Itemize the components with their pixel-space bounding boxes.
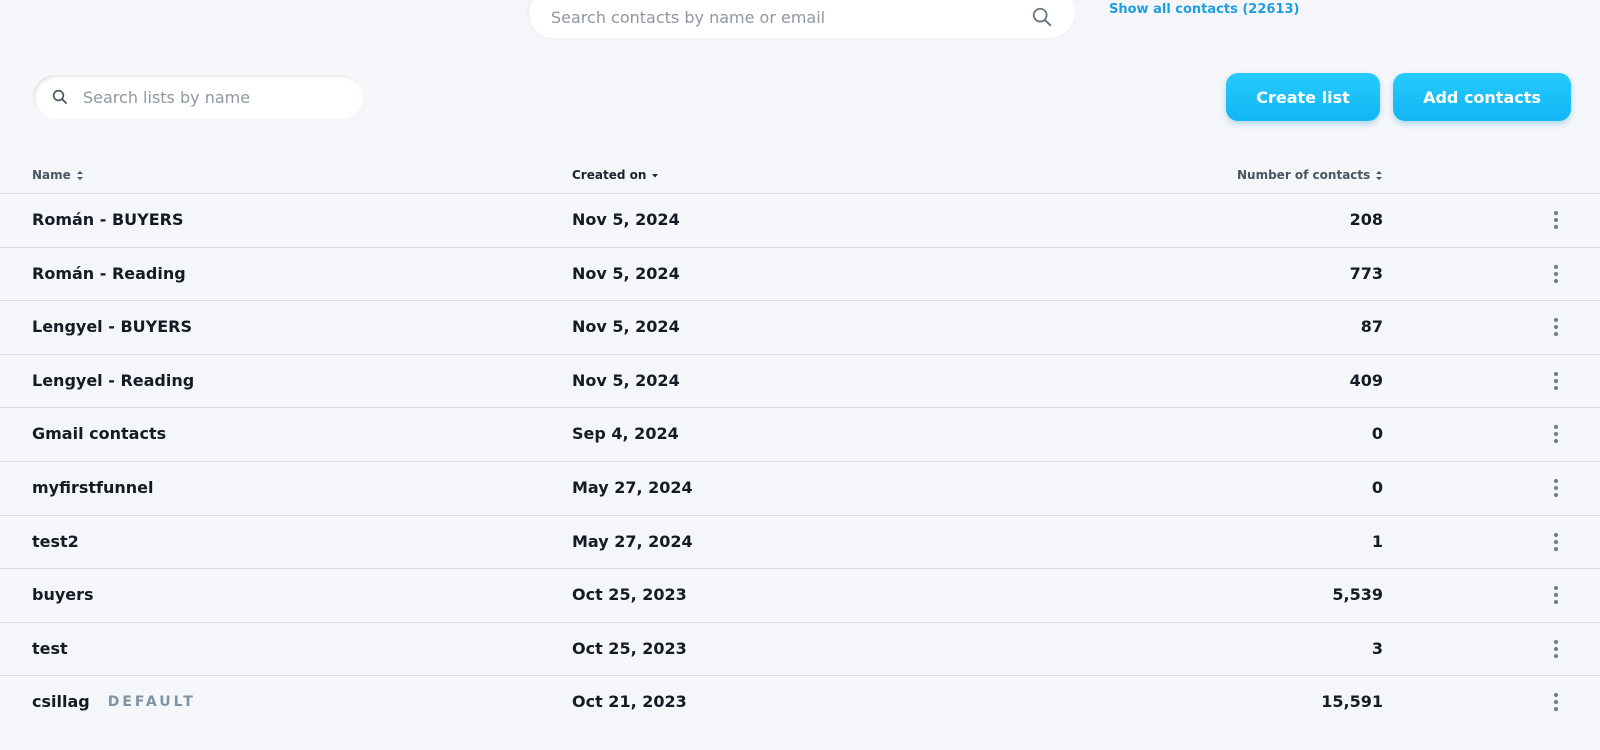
more-options-icon[interactable] (1548, 530, 1564, 554)
more-options-icon[interactable] (1548, 315, 1564, 339)
table-row[interactable]: Lengyel - Reading Nov 5, 2024 409 (0, 355, 1600, 409)
column-header-created[interactable]: Created on (572, 168, 659, 182)
column-header-created-label: Created on (572, 168, 647, 182)
created-date: Nov 5, 2024 (572, 263, 680, 283)
table-row[interactable]: test2 May 27, 2024 1 (0, 516, 1600, 570)
list-name[interactable]: test (32, 639, 68, 658)
table-row[interactable]: csillag DEFAULT Oct 21, 2023 15,591 (0, 676, 1600, 730)
table-row[interactable]: Gmail contacts Sep 4, 2024 0 (0, 408, 1600, 462)
contact-search-bar (527, 0, 1075, 38)
list-name[interactable]: csillag (32, 692, 90, 711)
created-date: Nov 5, 2024 (572, 210, 680, 229)
search-icon[interactable] (1031, 6, 1053, 28)
column-header-count-label: Number of contacts (1237, 168, 1371, 182)
contact-count: 3 (1371, 638, 1383, 658)
created-date: Sep 4, 2024 (572, 424, 679, 444)
table-header: Name Created on Number of contacts (0, 160, 1600, 194)
list-name[interactable]: buyers (32, 585, 94, 604)
more-options-icon[interactable] (1548, 583, 1564, 607)
more-options-icon[interactable] (1548, 208, 1564, 232)
table-row[interactable]: test Oct 25, 2023 3 (0, 623, 1600, 677)
list-name[interactable]: Lengyel - BUYERS (32, 317, 192, 336)
more-options-icon[interactable] (1548, 422, 1564, 446)
column-header-name[interactable]: Name (32, 168, 84, 182)
more-options-icon[interactable] (1548, 262, 1564, 286)
contact-count: 409 (1349, 370, 1383, 390)
contact-count: 15,591 (1321, 692, 1383, 712)
contact-count: 87 (1360, 317, 1383, 337)
table-row[interactable]: Lengyel - BUYERS Nov 5, 2024 87 (0, 301, 1600, 355)
created-date: May 27, 2024 (572, 531, 693, 551)
sort-both-icon (76, 170, 83, 180)
contact-count: 208 (1349, 210, 1383, 229)
list-name[interactable]: Gmail contacts (32, 424, 166, 443)
list-name[interactable]: myfirstfunnel (32, 478, 154, 497)
default-badge: DEFAULT (107, 693, 196, 710)
add-contacts-button[interactable]: Add contacts (1393, 73, 1571, 121)
created-date: Oct 25, 2023 (572, 585, 687, 605)
show-all-contacts-link[interactable]: Show all contacts (22613) (1109, 2, 1299, 17)
sort-desc-icon (652, 173, 659, 177)
more-options-icon[interactable] (1548, 369, 1564, 393)
created-date: Nov 5, 2024 (572, 370, 680, 390)
table-row[interactable]: Román - Reading Nov 5, 2024 773 (0, 248, 1600, 302)
created-date: Nov 5, 2024 (572, 317, 680, 337)
contact-count: 773 (1349, 263, 1383, 283)
table-row[interactable]: myfirstfunnel May 27, 2024 0 (0, 462, 1600, 516)
sort-both-icon (1376, 170, 1383, 180)
list-name[interactable]: test2 (32, 532, 79, 551)
contact-count: 0 (1371, 477, 1383, 497)
table-row[interactable]: Román - BUYERS Nov 5, 2024 208 (0, 194, 1600, 248)
contact-count: 0 (1371, 424, 1383, 444)
contact-search-input[interactable] (549, 0, 1031, 28)
table-row[interactable]: buyers Oct 25, 2023 5,539 (0, 569, 1600, 623)
list-search-input[interactable] (81, 86, 345, 108)
contact-count: 1 (1371, 531, 1383, 551)
lists-table-body: Román - BUYERS Nov 5, 2024 208 Román - R… (0, 194, 1600, 730)
more-options-icon[interactable] (1548, 637, 1564, 661)
column-header-count[interactable]: Number of contacts (1237, 168, 1383, 182)
create-list-button[interactable]: Create list (1226, 73, 1380, 121)
created-date: Oct 21, 2023 (572, 692, 687, 712)
more-options-icon[interactable] (1548, 476, 1564, 500)
more-options-icon[interactable] (1548, 690, 1564, 714)
list-name[interactable]: Román - BUYERS (32, 210, 184, 229)
list-search-bar (33, 75, 363, 119)
search-icon (52, 89, 67, 104)
created-date: Oct 25, 2023 (572, 638, 687, 658)
created-date: May 27, 2024 (572, 477, 693, 497)
contact-count: 5,539 (1332, 585, 1383, 605)
column-header-name-label: Name (32, 168, 71, 182)
list-name[interactable]: Lengyel - Reading (32, 371, 194, 390)
list-name[interactable]: Román - Reading (32, 264, 186, 283)
